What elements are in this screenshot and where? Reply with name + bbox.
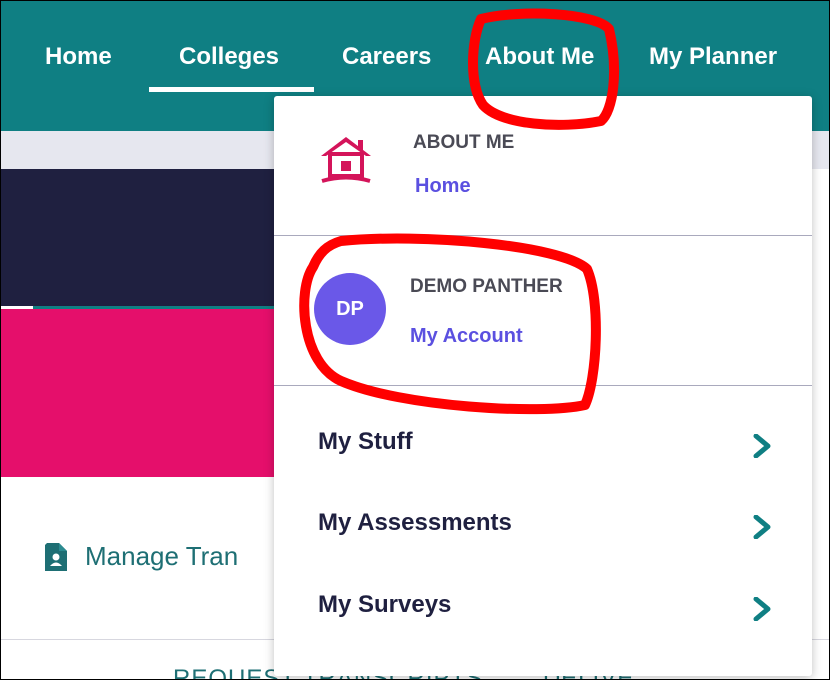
menu-item-my-stuff[interactable]: My Stuff bbox=[274, 416, 812, 476]
about-me-heading: ABOUT ME bbox=[413, 132, 515, 153]
menu-item-my-surveys[interactable]: My Surveys bbox=[274, 579, 812, 639]
account-name: DEMO PANTHER bbox=[410, 276, 563, 297]
menu-item-my-assessments[interactable]: My Assessments bbox=[274, 497, 812, 557]
my-account-link[interactable]: My Account bbox=[410, 325, 523, 348]
chevron-right-icon bbox=[753, 434, 771, 458]
avatar-initials: DP bbox=[336, 297, 364, 320]
nav-about-me[interactable]: About Me bbox=[485, 41, 594, 73]
menu-item-label: My Assessments bbox=[318, 509, 512, 536]
nav-home[interactable]: Home bbox=[45, 41, 112, 73]
dropdown-separator bbox=[274, 235, 812, 236]
hero-pink-band bbox=[1, 309, 301, 477]
dropdown-separator bbox=[274, 385, 812, 386]
about-me-dropdown: ABOUT ME Home DP DEMO PANTHER My Account… bbox=[274, 96, 812, 676]
avatar: DP bbox=[314, 273, 386, 345]
hero-dark-band bbox=[1, 169, 301, 306]
menu-item-label: My Surveys bbox=[318, 591, 452, 618]
page-frame: Home Colleges Careers About Me My Planne… bbox=[0, 0, 830, 680]
nav-colleges[interactable]: Colleges bbox=[179, 41, 279, 73]
chevron-right-icon bbox=[753, 515, 771, 539]
nav-my-planner[interactable]: My Planner bbox=[649, 41, 777, 73]
menu-item-label: My Stuff bbox=[318, 428, 413, 455]
manage-transcripts-label: Manage Tran bbox=[85, 541, 239, 571]
manage-transcripts-link[interactable]: Manage Tran bbox=[45, 541, 238, 572]
about-me-home-link[interactable]: Home bbox=[415, 175, 471, 198]
nav-careers[interactable]: Careers bbox=[342, 41, 431, 73]
house-icon bbox=[321, 137, 371, 183]
active-tab-underline bbox=[149, 87, 314, 92]
chevron-right-icon bbox=[753, 597, 771, 621]
document-user-icon bbox=[45, 542, 67, 571]
